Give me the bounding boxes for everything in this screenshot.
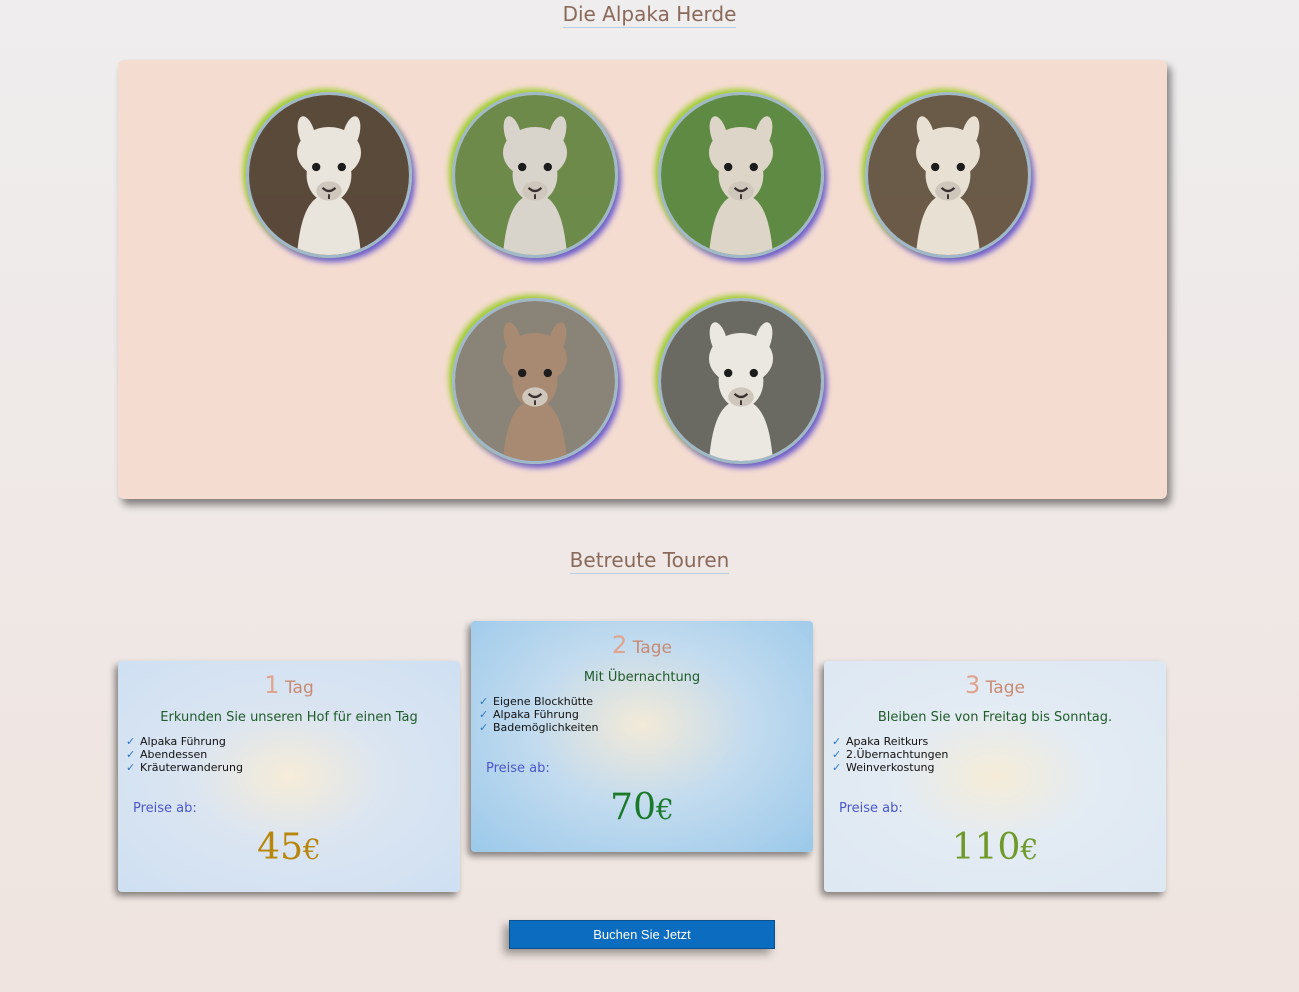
herd-panel <box>118 60 1167 499</box>
check-icon: ✓ <box>479 708 489 721</box>
alpaca-image <box>455 301 615 461</box>
check-icon: ✓ <box>832 748 842 761</box>
check-icon: ✓ <box>832 761 842 774</box>
tour-duration: 2 Tage <box>612 631 672 659</box>
herd-title: Die Alpaka Herde <box>562 2 737 28</box>
feature-item: ✓ Abendessen <box>126 748 208 761</box>
alpaca-image <box>249 95 409 255</box>
check-icon: ✓ <box>479 721 489 734</box>
feature-list: ✓ Alpaka Führung ✓ Abendessen ✓ Kräuterwand… <box>126 735 243 774</box>
alpaca-photo-4[interactable] <box>865 92 1031 258</box>
alpaca-image <box>661 301 821 461</box>
feature-list: ✓ Apaka Reitkurs ✓ 2.Übernachtungen ✓ Weinv… <box>832 735 948 774</box>
feature-item: ✓ 2.Übernachtungen <box>832 748 949 761</box>
tour-card-1-day: 1 Tag Erkunden Sie unseren Hof für einen… <box>118 661 460 892</box>
feature-item: ✓ Kräuterwanderung <box>126 761 243 774</box>
alpaca-photo-1[interactable] <box>246 92 412 258</box>
check-icon: ✓ <box>832 735 842 748</box>
check-icon: ✓ <box>126 748 136 761</box>
tour-subtitle: Mit Übernachtung <box>583 670 701 685</box>
feature-item: ✓ Weinverkostung <box>832 761 935 774</box>
feature-item: ✓ Eigene Blockhütte <box>479 695 594 708</box>
tour-subtitle: Erkunden Sie unseren Hof für einen Tag <box>160 710 418 725</box>
alpaca-photo-3[interactable] <box>658 92 824 258</box>
alpaca-image <box>455 95 615 255</box>
tour-price: 70€ <box>610 787 674 828</box>
alpaca-photo-2[interactable] <box>452 92 618 258</box>
feature-list: ✓ Eigene Blockhütte ✓ Alpaka Führung ✓ Bade… <box>479 695 598 734</box>
alpaca-image <box>868 95 1028 255</box>
tour-subtitle: Bleiben Sie von Freitag bis Sonntag. <box>877 710 1113 725</box>
tours-title: Betreute Touren <box>569 548 730 574</box>
feature-item: ✓ Apaka Reitkurs <box>832 735 929 748</box>
tour-card-3-days: 3 Tage Bleiben Sie von Freitag bis Sonnt… <box>824 661 1166 892</box>
tour-duration: 1 Tag <box>264 671 314 699</box>
alpaca-photo-6[interactable] <box>658 298 824 464</box>
price-label: Preise ab: <box>839 801 903 816</box>
check-icon: ✓ <box>126 735 136 748</box>
price-label: Preise ab: <box>133 801 197 816</box>
tour-price: 45€ <box>257 827 321 868</box>
check-icon: ✓ <box>479 695 489 708</box>
alpaca-photo-5[interactable] <box>452 298 618 464</box>
feature-item: ✓ Alpaka Führung <box>126 735 226 748</box>
tour-price: 110€ <box>951 827 1039 868</box>
alpaca-image <box>661 95 821 255</box>
tour-card-2-days: 2 Tage Mit Übernachtung ✓ Eigene Blockhüt… <box>471 621 813 852</box>
check-icon: ✓ <box>126 761 136 774</box>
book-now-button[interactable]: Buchen Sie Jetzt <box>509 920 775 949</box>
tour-duration: 3 Tage <box>965 671 1025 699</box>
feature-item: ✓ Bademöglichkeiten <box>479 721 599 734</box>
feature-item: ✓ Alpaka Führung <box>479 708 579 721</box>
price-label: Preise ab: <box>486 761 550 776</box>
